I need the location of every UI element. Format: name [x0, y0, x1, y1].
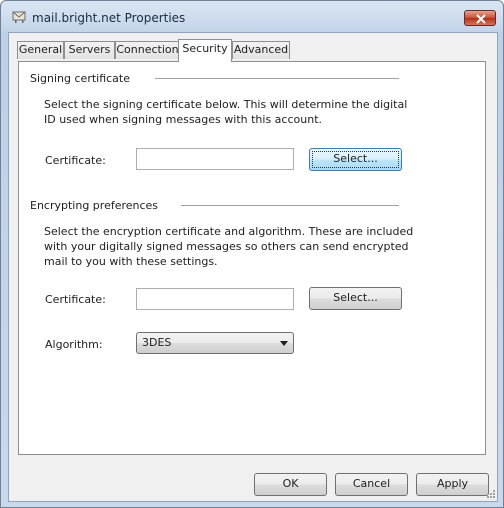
tab-advanced[interactable]: Advanced [232, 41, 290, 59]
dialog-button-bar: OK Cancel Apply [9, 461, 497, 501]
tab-general[interactable]: General [17, 41, 64, 59]
algorithm-label: Algorithm: [45, 338, 103, 351]
signing-description-line1: Select the signing certificate below. Th… [44, 98, 408, 111]
cancel-button-label: Cancel [352, 477, 391, 490]
close-button[interactable] [464, 10, 496, 26]
encrypting-preferences-heading: Encrypting preferences [30, 199, 159, 212]
signing-certificate-label: Certificate: [45, 154, 106, 167]
cancel-button[interactable]: Cancel [335, 473, 408, 496]
window-title: mail.bright.net Properties [32, 11, 186, 25]
title-bar[interactable]: mail.bright.net Properties [1, 1, 503, 33]
properties-window: mail.bright.net Properties General Serve… [0, 0, 504, 508]
tab-security[interactable]: Security [178, 39, 232, 62]
signing-certificate-field[interactable] [136, 148, 294, 170]
security-tab-panel: Signing certificate Select the signing c… [18, 61, 486, 455]
focus-rectangle [312, 151, 399, 168]
mailbox-icon [12, 9, 26, 23]
signing-divider [155, 78, 399, 79]
encrypting-description-line2: with your digitally signed messages so o… [44, 240, 409, 253]
apply-button-label: Apply [436, 477, 469, 490]
resize-grip-icon[interactable] [486, 489, 495, 498]
ok-button[interactable]: OK [254, 473, 327, 496]
algorithm-selected-value: 3DES [142, 336, 172, 349]
encrypting-description-line3: mail to you with these settings. [44, 255, 218, 268]
signing-select-button[interactable]: Select... [309, 148, 402, 171]
dialog-client-area: General Servers Connection Security Adva… [8, 32, 498, 502]
encrypting-select-button[interactable]: Select... [309, 287, 402, 310]
tab-servers[interactable]: Servers [64, 41, 115, 59]
close-icon [476, 14, 486, 24]
encrypting-certificate-field[interactable] [136, 288, 294, 310]
encrypting-select-button-label: Select... [333, 291, 378, 304]
apply-button[interactable]: Apply [416, 473, 489, 496]
encrypting-description-line1: Select the encryption certificate and al… [44, 225, 414, 238]
chevron-down-icon [280, 341, 288, 346]
signing-certificate-heading: Signing certificate [30, 72, 131, 85]
signing-description-line2: ID used when signing messages with this … [44, 113, 322, 126]
tab-connection[interactable]: Connection [115, 41, 180, 59]
algorithm-dropdown[interactable]: 3DES [136, 332, 294, 354]
encrypting-certificate-label: Certificate: [45, 293, 106, 306]
encrypting-divider [181, 205, 399, 206]
ok-button-label: OK [282, 477, 299, 490]
